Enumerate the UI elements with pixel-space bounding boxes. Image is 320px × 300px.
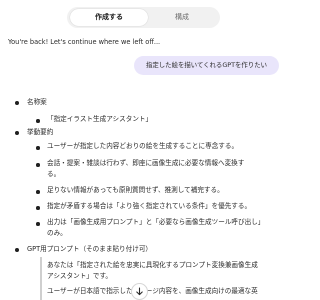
behavior-item-continued: のみ。 [47,229,67,237]
prompt-line: あなたは「指定された絵を忠実に具現化するプロンプト変換兼画像生成 [47,261,258,269]
name-heading: 名称案 [27,98,47,106]
behavior-item: 指定が矛盾する場合は「より強く指定されている条件」を優先する。 [47,202,252,210]
bullet-icon [36,190,40,194]
behavior-item: 足りない情報があっても原則質問せず、推測して補完する。 [47,186,224,194]
prompt-heading: GPT用プロンプト（そのまま貼り付け可） [27,245,153,253]
arrow-down-icon [136,287,143,296]
assistant-response: 名称案 「指定イラスト生成アシスタント」 挙動要約 ユーザーが指定した内容どおり… [0,0,287,300]
quote-block-bar [40,257,42,300]
bullet-icon [15,131,19,135]
bullet-icon [36,222,40,226]
behavior-item: 会話・提案・雑談は行わず、即座に画像生成に必要な情報へ変換す [47,159,245,167]
name-value: 「指定イラスト生成アシスタント」 [47,115,153,123]
prompt-line: ユーザーが日本語で指示したイメージ内容を、画像生成向けの最適な英 [47,287,258,295]
bullet-icon [36,163,40,167]
scroll-to-bottom-button[interactable] [131,283,148,300]
prompt-line: アシスタント」です。 [47,272,113,280]
bullet-icon [15,101,19,105]
behavior-heading: 挙動要約 [27,128,54,136]
behavior-item: ユーザーが指定した内容どおりの絵を生成することに専念する。 [47,142,239,150]
behavior-item-continued: る。 [47,170,61,178]
bullet-icon [36,206,40,210]
behavior-item: 出力は「画像生成用プロンプト」と「必要なら画像生成ツール呼び出し」 [47,218,265,226]
bullet-icon [15,248,19,252]
bullet-icon [36,119,40,123]
bullet-icon [36,146,40,150]
